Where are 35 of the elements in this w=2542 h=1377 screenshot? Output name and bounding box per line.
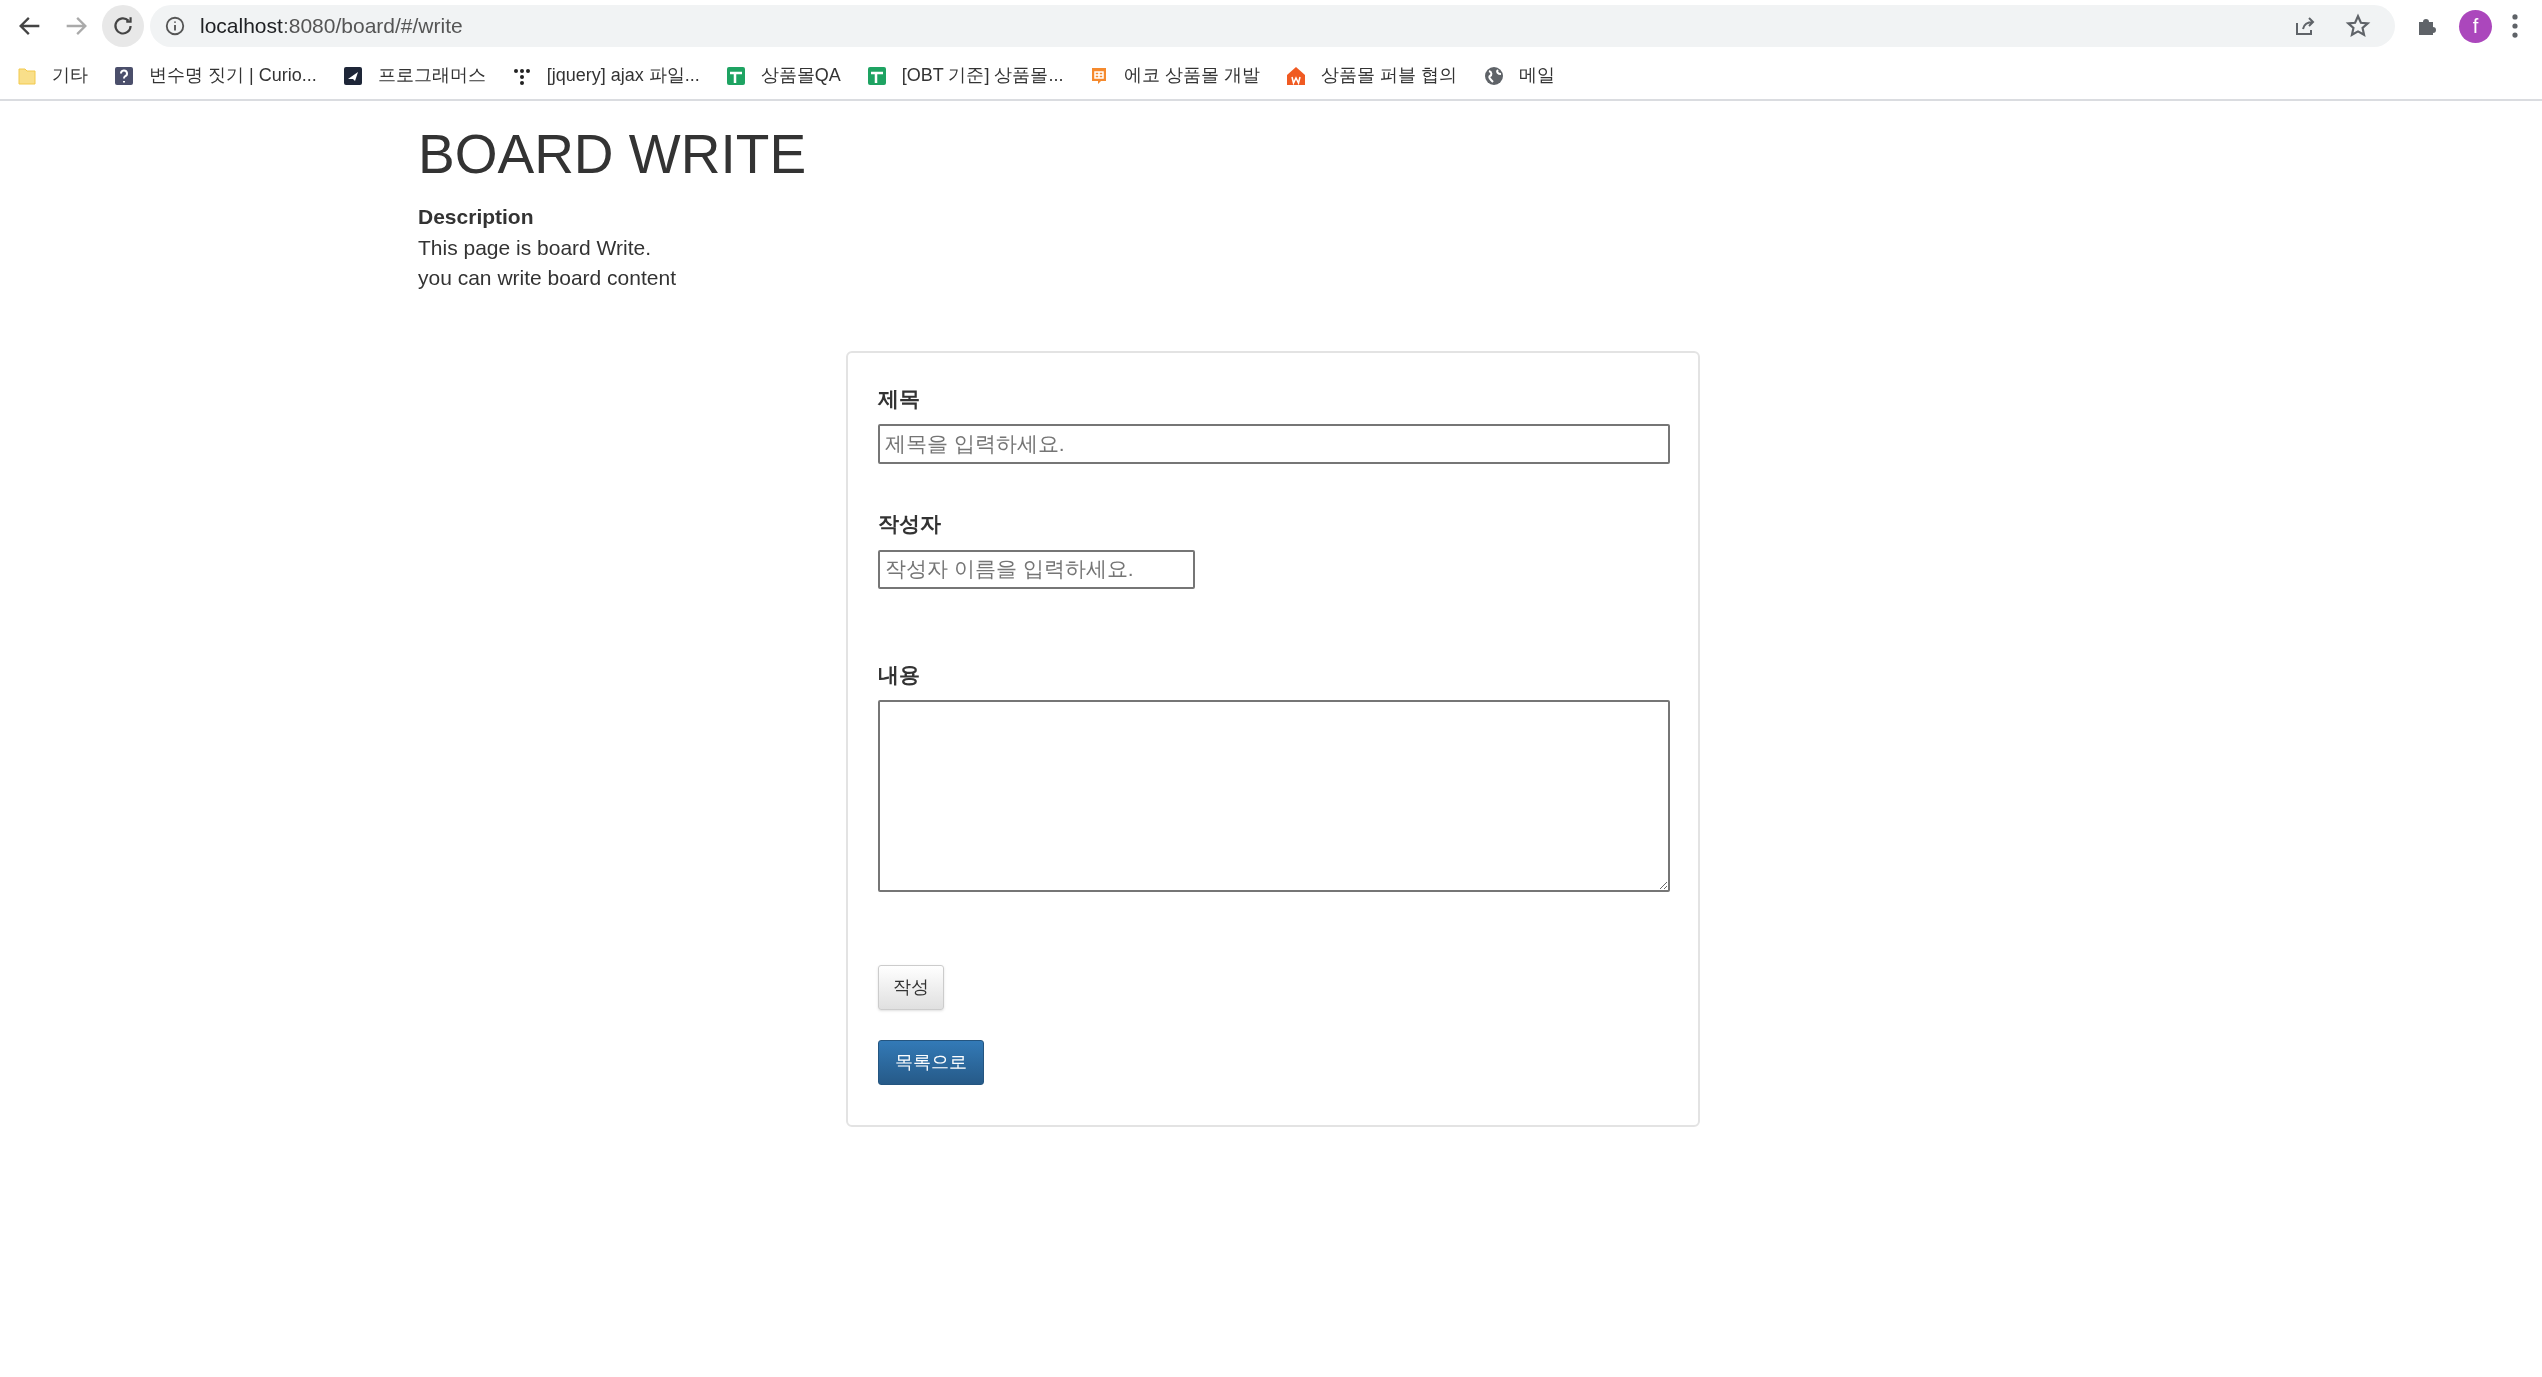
content-textarea[interactable] <box>878 700 1670 892</box>
submit-button[interactable]: 작성 <box>878 965 944 1010</box>
field-label: 작성자 <box>878 511 941 537</box>
info-icon <box>164 15 186 37</box>
question-icon <box>113 64 135 87</box>
url-text: localhost:8080/board/#/write <box>200 13 464 40</box>
share-icon[interactable] <box>2293 14 2317 38</box>
sheet-icon <box>724 64 747 87</box>
field-label: 내용 <box>878 661 920 688</box>
address-bar[interactable]: localhost:8080/board/#/write <box>150 5 2395 47</box>
description-heading: Description <box>418 204 534 230</box>
bookmark-item[interactable]: [jquery] ajax 파일... <box>510 62 700 89</box>
description-text: you can write board content <box>418 264 676 291</box>
bookmark-item[interactable]: 에코 상품몰 개발 <box>1088 62 1261 89</box>
bookmark-item[interactable]: 기타 <box>16 62 88 89</box>
bookmark-item[interactable]: 상품몰 퍼블 협의 <box>1285 62 1458 89</box>
sheet-icon <box>865 64 888 87</box>
author-input[interactable]: 작성자 이름을 입력하세요. <box>878 549 1195 589</box>
bookmark-item[interactable]: [OBT 기준] 상품몰... <box>865 62 1064 89</box>
description-text: This page is board Write. <box>418 234 652 261</box>
bookmark-item[interactable]: 프로그래머스 <box>341 62 486 89</box>
globe-icon <box>1482 64 1505 87</box>
bird-icon <box>341 64 364 87</box>
back-to-list-button[interactable]: 목록으로 <box>878 1040 984 1085</box>
house-icon <box>1285 64 1308 87</box>
profile-avatar[interactable]: f <box>2459 9 2492 43</box>
bookmark-item[interactable]: 상품몰QA <box>724 62 841 89</box>
reload-button[interactable] <box>102 5 144 47</box>
menu-icon[interactable] <box>2510 13 2520 39</box>
star-icon[interactable] <box>2345 13 2371 39</box>
bookmark-item[interactable]: 변수명 짓기 | Curio... <box>113 62 317 89</box>
title-input[interactable]: 제목을 입력하세요. <box>878 424 1670 464</box>
page-title: BOARD WRITE <box>418 122 807 187</box>
field-label: 제목 <box>878 385 920 412</box>
bookmark-item[interactable]: 메일 <box>1482 62 1555 89</box>
